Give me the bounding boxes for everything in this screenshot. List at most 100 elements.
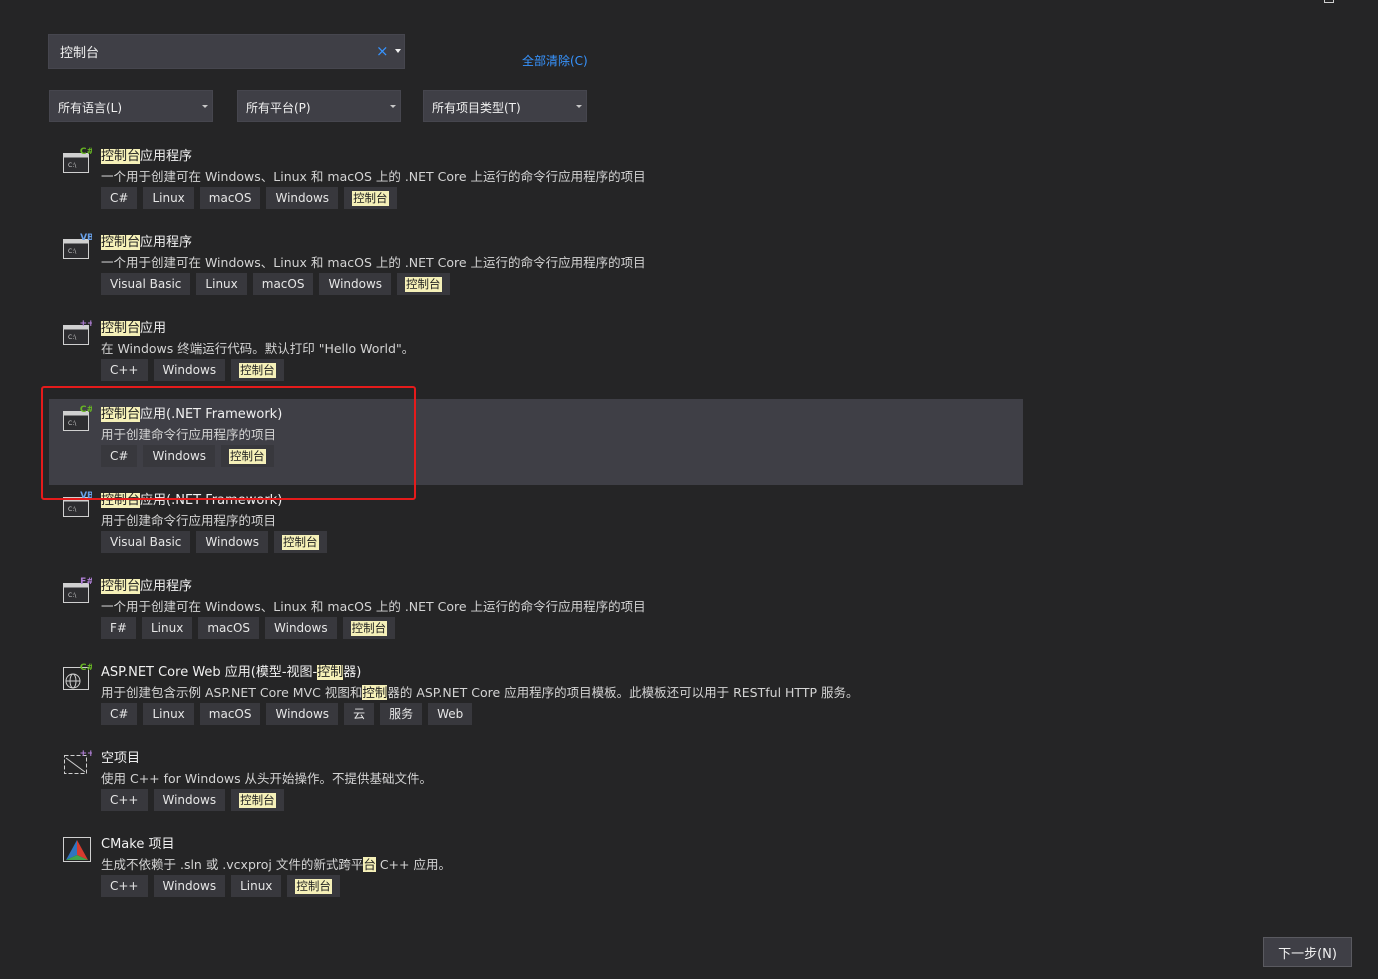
template-item[interactable]: C# ASP.NET Core Web 应用(模型-视图-控制器) 用于创建包含… <box>49 657 1023 743</box>
template-tag: C++ <box>101 875 148 897</box>
tag-highlight-text: 控制台 <box>350 620 388 636</box>
description-part: 器的 ASP.NET Core 应用程序的项目模板。此模板还可以用于 RESTf… <box>387 685 859 700</box>
description-text: 使用 C++ for Windows 从头开始操作。不提供基础文件。 <box>101 771 433 786</box>
console-app-icon: C:\ F# <box>62 576 94 604</box>
tag-highlight-text: 控制台 <box>239 792 276 808</box>
template-tag: Visual Basic <box>101 273 191 295</box>
template-item[interactable]: C:\ VB 控制台应用(.NET Framework) 用于创建命令行应用程序… <box>49 485 1023 571</box>
clear-all-link[interactable]: 全部清除(C) <box>522 52 588 69</box>
project-type-filter-dropdown[interactable]: 所有项目类型(T) <box>423 90 587 122</box>
template-title: 空项目 <box>101 747 140 766</box>
template-tag: Linux <box>143 703 194 725</box>
template-tag-highlighted: 控制台 <box>344 187 397 209</box>
title-part: 器) <box>343 665 362 680</box>
description-highlight: 控制 <box>362 685 388 700</box>
template-tag: 云 <box>344 703 375 725</box>
title-highlight: 控制台 <box>101 407 141 422</box>
template-title: 控制台应用程序 <box>101 145 192 164</box>
description-text: 在 Windows 终端运行代码。默认打印 "Hello World"。 <box>101 341 415 356</box>
template-tag: Windows <box>265 617 337 639</box>
description-part: C++ 应用。 <box>375 857 451 872</box>
chevron-down-icon <box>390 105 396 108</box>
template-tag-highlighted: 控制台 <box>231 789 284 811</box>
template-tag-highlighted: 控制台 <box>397 273 450 295</box>
console-app-icon: C:\ C# <box>62 404 94 432</box>
console-app-icon: C:\ VB <box>62 490 94 518</box>
description-text: 用于创建命令行应用程序的项目 <box>101 427 277 442</box>
template-description: 用于创建命令行应用程序的项目 <box>101 510 276 529</box>
template-item[interactable]: C:\ ++ 控制台应用 在 Windows 终端运行代码。默认打印 "Hell… <box>49 313 1023 399</box>
template-item[interactable]: C:\ VB 控制台应用程序 一个用于创建可在 Windows、Linux 和 … <box>49 227 1023 313</box>
chevron-down-icon <box>576 105 582 108</box>
template-description: 用于创建包含示例 ASP.NET Core MVC 视图和控制器的 ASP.NE… <box>101 682 859 701</box>
template-title: 控制台应用程序 <box>101 575 192 594</box>
svg-text:++: ++ <box>79 749 92 759</box>
svg-text:C:\: C:\ <box>68 334 77 341</box>
template-item[interactable]: C:\ F# 控制台应用程序 一个用于创建可在 Windows、Linux 和 … <box>49 571 1023 657</box>
template-tag: macOS <box>198 617 260 639</box>
template-item[interactable]: ++ 空项目 使用 C++ for Windows 从头开始操作。不提供基础文件… <box>49 743 1023 829</box>
web-app-icon: C# <box>62 662 94 690</box>
chevron-down-icon <box>202 105 208 108</box>
template-tag-highlighted: 控制台 <box>231 359 284 381</box>
language-filter-label: 所有语言(L) <box>58 101 123 115</box>
template-tag-highlighted: 控制台 <box>274 531 327 553</box>
tag-highlight-text: 控制台 <box>282 534 319 550</box>
template-tags: Visual Basic Windows 控制台 <box>101 531 327 553</box>
template-tag: C++ <box>101 359 148 381</box>
next-button[interactable]: 下一步(N) <box>1263 937 1352 967</box>
search-input[interactable] <box>60 35 360 68</box>
template-tag: Visual Basic <box>101 531 191 553</box>
description-part: 生成不依赖于 .sln 或 .vcxproj 文件的新式跨平 <box>101 857 364 872</box>
template-tag-highlighted: 控制台 <box>287 875 340 897</box>
template-title: 控制台应用(.NET Framework) <box>101 489 282 508</box>
template-tags: C# Windows 控制台 <box>101 445 274 467</box>
title-part: 应用(.NET Framework) <box>140 493 283 508</box>
template-tag: C# <box>101 703 138 725</box>
console-app-icon: C:\ C# <box>62 146 94 174</box>
template-search-box[interactable]: × <box>48 34 405 69</box>
search-history-dropdown-icon[interactable] <box>395 49 401 53</box>
title-highlight: 控制台 <box>101 149 141 164</box>
tag-highlight-text: 控制台 <box>352 190 389 206</box>
template-tag: Windows <box>196 531 268 553</box>
template-tags: Visual Basic Linux macOS Windows 控制台 <box>101 273 450 295</box>
empty-project-icon: ++ <box>62 748 95 776</box>
tag-highlight-text: 控制台 <box>295 878 332 894</box>
tag-highlight-text: 控制台 <box>405 276 442 292</box>
template-tag: Linux <box>143 187 194 209</box>
template-tag: C# <box>101 187 138 209</box>
template-tag: 服务 <box>380 703 423 725</box>
template-tags: C++ Windows 控制台 <box>101 789 284 811</box>
template-tags: C++ Windows 控制台 <box>101 359 284 381</box>
template-title: 控制台应用程序 <box>101 231 192 250</box>
template-tag: Windows <box>153 789 226 811</box>
title-part: 应用 <box>140 321 167 336</box>
template-title: ASP.NET Core Web 应用(模型-视图-控制器) <box>101 661 361 680</box>
svg-text:C#: C# <box>80 405 92 415</box>
template-item[interactable]: C:\ C# 控制台应用程序 一个用于创建可在 Windows、Linux 和 … <box>49 141 1023 227</box>
template-tag: Linux <box>231 875 282 897</box>
title-highlight: 控制台 <box>101 235 141 250</box>
clear-search-icon[interactable]: × <box>376 42 389 60</box>
title-highlight: 控制 <box>317 665 344 680</box>
svg-text:C#: C# <box>80 663 92 673</box>
template-item[interactable]: CMake 项目 生成不依赖于 .sln 或 .vcxproj 文件的新式跨平台… <box>49 829 1023 915</box>
title-highlight: 控制台 <box>101 579 141 594</box>
template-description: 生成不依赖于 .sln 或 .vcxproj 文件的新式跨平台 C++ 应用。 <box>101 854 451 873</box>
platform-filter-dropdown[interactable]: 所有平台(P) <box>237 90 401 122</box>
language-filter-dropdown[interactable]: 所有语言(L) <box>49 90 213 122</box>
template-description: 使用 C++ for Windows 从头开始操作。不提供基础文件。 <box>101 768 432 787</box>
window-restore-icon[interactable] <box>1324 0 1334 3</box>
svg-text:C:\: C:\ <box>68 506 77 513</box>
title-part: ASP.NET Core Web 应用(模型-视图- <box>101 665 318 680</box>
template-item[interactable]: C:\ C# 控制台应用(.NET Framework) 用于创建命令行应用程序… <box>49 399 1023 485</box>
template-tags: C# Linux macOS Windows 控制台 <box>101 187 397 209</box>
project-type-filter-label: 所有项目类型(T) <box>432 101 521 115</box>
template-tag: Web <box>428 703 473 725</box>
tag-highlight-text: 控制台 <box>229 448 266 464</box>
template-tags: F# Linux macOS Windows 控制台 <box>101 617 396 639</box>
template-tag: macOS <box>199 187 261 209</box>
title-highlight: 控制台 <box>101 321 141 336</box>
template-tag: C++ <box>101 789 148 811</box>
